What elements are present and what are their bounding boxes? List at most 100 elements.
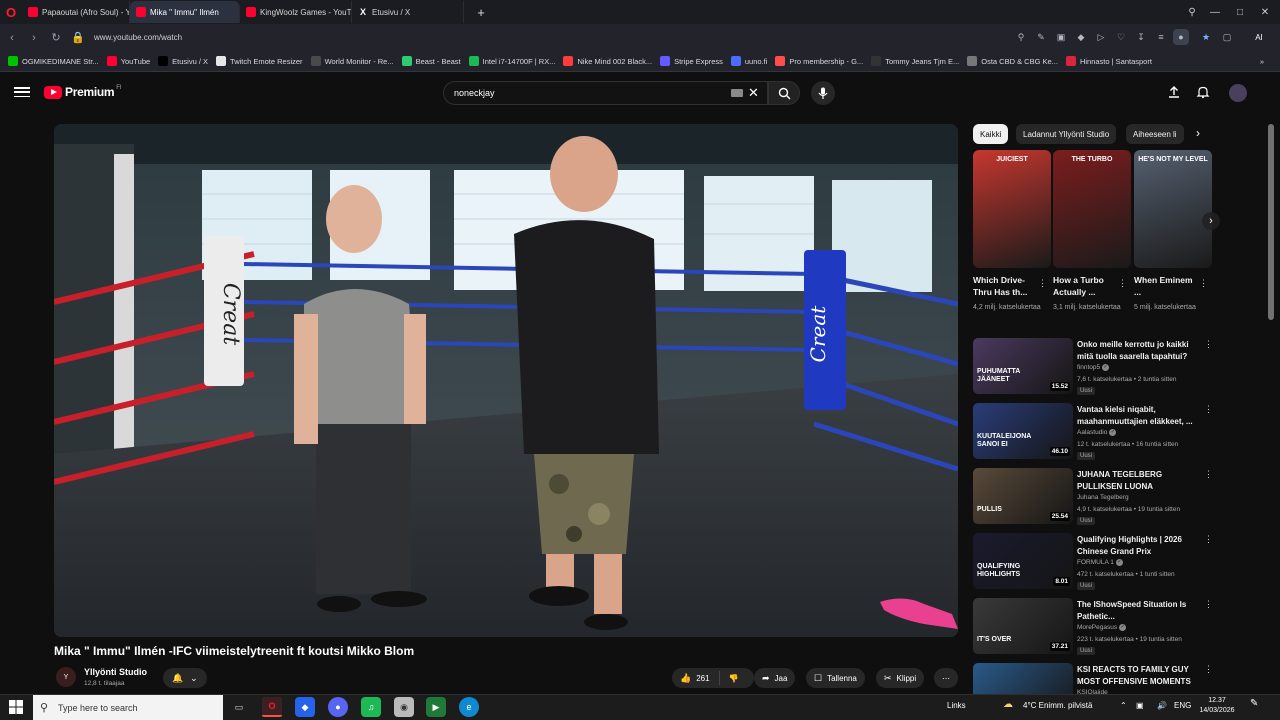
download-icon[interactable]: ↧: [1133, 29, 1149, 45]
short-more-icon[interactable]: ⋮: [1038, 278, 1047, 289]
recommended-more-icon[interactable]: ⋮: [1204, 534, 1213, 545]
recommended-more-icon[interactable]: ⋮: [1204, 664, 1213, 675]
extension-icon[interactable]: ★: [1198, 29, 1214, 45]
youtube-premium-logo[interactable]: Premium FI: [44, 85, 122, 99]
share-button[interactable]: ➦ Jaa: [754, 668, 796, 688]
tab-mika-immu[interactable]: Mika " Immu" Ilmén: [130, 1, 240, 23]
camera-icon[interactable]: ▣: [1053, 29, 1069, 45]
task-view-icon[interactable]: ▭: [229, 697, 249, 717]
close-window-button[interactable]: ✕: [1253, 0, 1277, 24]
opera-menu-icon[interactable]: O: [0, 0, 22, 24]
bookmark-item[interactable]: Twitch Emote Resizer: [216, 56, 303, 66]
windows-start-icon[interactable]: [8, 699, 24, 715]
chip-all[interactable]: Kaikki: [973, 124, 1009, 144]
shield-icon[interactable]: ◆: [1073, 29, 1089, 45]
bookmark-item[interactable]: Beast - Beast: [401, 56, 461, 66]
bookmark-item[interactable]: uuno.fi: [730, 56, 767, 66]
tab-etusivu-x[interactable]: X Etusivu / X: [352, 1, 464, 23]
save-button[interactable]: ☐ Tallenna: [806, 668, 865, 688]
channel-name[interactable]: Yllyönti Studio: [84, 667, 147, 677]
weather-text[interactable]: 4°C Enimm. pilvistä: [1023, 701, 1092, 710]
recommended-title[interactable]: The IShowSpeed Situation Is Pathetic...: [1077, 599, 1199, 622]
short-thumbnail[interactable]: juiciest: [973, 150, 1051, 268]
bookmark-item[interactable]: Osta CBD & CBG Ke...: [967, 56, 1058, 66]
network-icon[interactable]: ▣: [1136, 701, 1144, 710]
recommended-more-icon[interactable]: ⋮: [1204, 404, 1213, 415]
edge-icon[interactable]: e: [459, 697, 479, 717]
recommended-thumbnail[interactable]: QUALIFYING HIGHLIGHTS 8.01: [973, 533, 1073, 589]
recommended-title[interactable]: Onko meille kerrottu jo kaikki mitä tuol…: [1077, 339, 1199, 362]
chip-uploaded-by[interactable]: Ladannut Yllyönti Studio: [1016, 124, 1117, 144]
notification-center-icon[interactable]: ✎: [1250, 698, 1258, 709]
short-title[interactable]: When Eminem ...: [1134, 275, 1196, 298]
heart-icon[interactable]: ♡: [1113, 29, 1129, 45]
channel-avatar[interactable]: Y: [56, 667, 76, 687]
bookmark-item[interactable]: Nike Mind 002 Black...: [563, 56, 652, 66]
clear-search-icon[interactable]: ✕: [748, 85, 759, 101]
recommended-thumbnail[interactable]: PULLIS 25.54: [973, 468, 1073, 524]
recommended-channel[interactable]: FORMULA 1 ✓: [1077, 559, 1123, 566]
bookmark-item[interactable]: World Monitor - Re...: [310, 56, 394, 66]
taskbar-search-input[interactable]: ⚲ Type here to search: [33, 695, 223, 720]
recommended-more-icon[interactable]: ⋮: [1204, 469, 1213, 480]
recommended-channel[interactable]: finntop5 ✓: [1077, 364, 1110, 371]
taskbar-clock[interactable]: 12.37 14/03/2026: [1197, 696, 1237, 716]
profile-icon[interactable]: ●: [1173, 29, 1189, 45]
tab-papaoutai[interactable]: Papaoutai (Afro Soul) - Yo: [22, 1, 130, 23]
short-thumbnail[interactable]: the turbo: [1053, 150, 1131, 268]
search-icon[interactable]: ⚲: [1013, 29, 1029, 45]
links-toolbar[interactable]: Links: [947, 701, 966, 710]
ai-button[interactable]: AI: [1244, 29, 1274, 45]
bookmark-item[interactable]: YouTube: [106, 56, 150, 66]
forward-button[interactable]: ›: [24, 28, 44, 48]
video-player[interactable]: Creat Creat: [54, 124, 958, 637]
pycharm-icon[interactable]: ▶: [426, 697, 446, 717]
reload-button[interactable]: ↻: [46, 28, 66, 48]
volume-icon[interactable]: 🔊: [1157, 701, 1167, 710]
more-actions-button[interactable]: ⋯: [934, 668, 958, 688]
app-icon[interactable]: ◉: [394, 697, 414, 717]
menu-icon[interactable]: ≡: [1153, 29, 1169, 45]
play-icon[interactable]: ▷: [1093, 29, 1109, 45]
recommended-title[interactable]: JUHANA TEGELBERG PULLIKSEN LUONA: [1077, 469, 1199, 492]
clip-button[interactable]: ✂ Klippi: [876, 668, 925, 688]
copilot-icon[interactable]: ◆: [295, 697, 315, 717]
url-field[interactable]: www.youtube.com/watch: [94, 33, 182, 42]
bookmark-item[interactable]: Stripe Express: [660, 56, 723, 66]
recommended-thumbnail[interactable]: IT'S OVER 37.21: [973, 598, 1073, 654]
cube-icon[interactable]: ▢: [1219, 29, 1235, 45]
recommended-more-icon[interactable]: ⋮: [1204, 339, 1213, 350]
search-input[interactable]: noneckjay: [443, 81, 768, 105]
subscribed-notifications-button[interactable]: 🔔 ⌄: [163, 668, 207, 688]
search-button[interactable]: [768, 81, 800, 105]
spotify-icon[interactable]: ♫: [361, 697, 381, 717]
back-button[interactable]: ‹: [2, 28, 22, 48]
page-scrollbar[interactable]: [1268, 124, 1274, 320]
discord-icon[interactable]: ●: [328, 697, 348, 717]
recommended-thumbnail[interactable]: PUHUMATTA JÄÄNEET 15.52: [973, 338, 1073, 394]
bookmark-item[interactable]: Tommy Jeans Tjm E...: [871, 56, 959, 66]
minimize-button[interactable]: —: [1203, 0, 1227, 24]
short-title[interactable]: How a Turbo Actually ...: [1053, 275, 1115, 298]
bookmark-item[interactable]: Hinnasto | Santasport: [1065, 56, 1152, 66]
shorts-next-icon[interactable]: ›: [1202, 212, 1220, 230]
recommended-more-icon[interactable]: ⋮: [1204, 599, 1213, 610]
voice-search-button[interactable]: [811, 81, 835, 105]
recommended-channel[interactable]: MorePegasus ✓: [1077, 624, 1127, 631]
dislike-button[interactable]: 👎: [729, 674, 739, 683]
bookmark-item[interactable]: Pro membership - G...: [775, 56, 863, 66]
search-tabs-icon[interactable]: ⚲: [1180, 0, 1204, 24]
screenshot-icon[interactable]: ✎: [1033, 29, 1049, 45]
chip-related[interactable]: Aiheeseen li: [1126, 124, 1184, 144]
bookmark-item[interactable]: OGMIKEDIMANE Str...: [8, 56, 99, 66]
short-more-icon[interactable]: ⋮: [1199, 278, 1208, 289]
recommended-channel[interactable]: Aalastudio ✓: [1077, 429, 1117, 436]
notifications-bell-icon[interactable]: [1196, 85, 1212, 101]
recommended-thumbnail[interactable]: KUUTALEIJONA SANOI EI 46.10: [973, 403, 1073, 459]
recommended-title[interactable]: Qualifying Highlights | 2026 Chinese Gra…: [1077, 534, 1199, 557]
like-button[interactable]: 👍: [680, 673, 691, 684]
short-more-icon[interactable]: ⋮: [1118, 278, 1127, 289]
tab-kingwoolz[interactable]: KingWoolz Games - YouTu: [240, 1, 352, 23]
hamburger-menu-icon[interactable]: [14, 85, 30, 99]
recommended-title[interactable]: Vantaa kielsi niqabit, maahanmuuttajien …: [1077, 404, 1199, 427]
